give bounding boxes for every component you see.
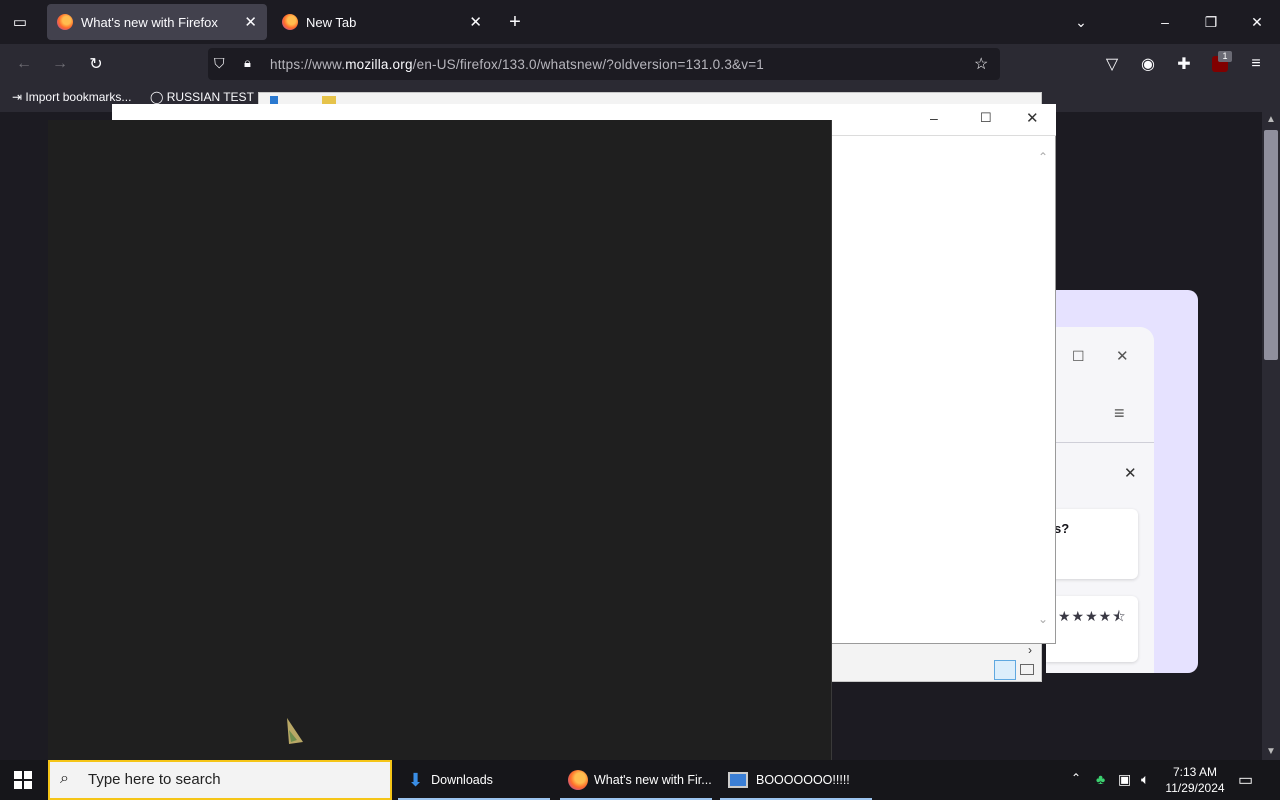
windows-start-icon[interactable]	[14, 771, 32, 789]
show-hidden-icons-icon[interactable]: ⌃	[1071, 771, 1081, 785]
taskbar-app-firefox[interactable]: What's new with Fir...	[560, 760, 712, 800]
scroll-up-icon[interactable]: ⌃	[1038, 150, 1048, 164]
minimize-button[interactable]: –	[1142, 0, 1188, 44]
large-icons-view-icon[interactable]	[1020, 664, 1034, 675]
app-menu-icon[interactable]: ≡	[1240, 48, 1272, 80]
tray-app-icon[interactable]: ♣	[1096, 771, 1105, 787]
volume-icon[interactable]: 🔈︎	[1141, 771, 1149, 788]
app-window-icon	[728, 772, 748, 788]
bookmark-import[interactable]: ⇥ Import bookmarks...	[12, 90, 131, 104]
rating-stars: ★★★★⯪	[1058, 608, 1127, 624]
search-icon: ⌕	[60, 770, 69, 787]
close-tab-icon[interactable]: ✕	[469, 13, 482, 31]
explorer-quick-access-icon	[270, 96, 278, 104]
extension-badge: 1	[1218, 51, 1232, 62]
mockup-menu-icon: ≡	[1114, 403, 1125, 423]
reload-button[interactable]: ↻	[80, 48, 112, 80]
tab-label: What's new with Firefox	[81, 14, 218, 30]
taskbar-app-downloads[interactable]: ⬇ Downloads	[398, 760, 550, 800]
black-app-window[interactable]	[48, 120, 832, 760]
chevron-right-icon[interactable]: ›	[1028, 643, 1032, 657]
tab-whats-new[interactable]: What's new with Firefox ✕	[47, 4, 267, 40]
taskbar-app-boo[interactable]: BOOOOOOO!!!!!	[720, 760, 872, 800]
mockup-close-icon: ✕	[1116, 348, 1129, 365]
tracking-protection-icon[interactable]: ⛉	[214, 55, 225, 72]
pocket-icon[interactable]: ▽	[1096, 48, 1128, 80]
scroll-up-icon[interactable]: ▲	[1266, 114, 1276, 125]
tab-new-tab[interactable]: New Tab ✕	[272, 4, 492, 40]
mockup-close-icon: ✕	[1124, 465, 1137, 482]
minimize-button[interactable]: –	[930, 110, 938, 126]
mockup-maximize-icon: ☐	[1072, 348, 1085, 364]
scrollbar-thumb[interactable]	[1264, 130, 1278, 360]
question-fragment: s?	[1054, 521, 1070, 536]
animated-character-icon	[287, 718, 303, 744]
firefox-icon	[568, 770, 588, 790]
url-text[interactable]: https://www.mozilla.org/en-US/firefox/13…	[270, 57, 764, 72]
restore-button[interactable]: ❐	[1188, 0, 1234, 44]
firefox-icon	[57, 14, 73, 30]
back-button[interactable]: ←	[8, 48, 40, 80]
forward-button[interactable]: →	[44, 48, 76, 80]
bookmark-star-icon[interactable]: ☆	[974, 54, 988, 74]
account-icon[interactable]: ◉	[1132, 48, 1164, 80]
scroll-down-icon[interactable]: ▼	[1266, 746, 1276, 757]
list-all-tabs-icon[interactable]: ⌄	[1058, 0, 1104, 44]
firefox-icon	[282, 14, 298, 30]
close-window-button[interactable]: ✕	[1026, 109, 1039, 127]
folder-icon	[322, 96, 336, 104]
new-tab-button[interactable]: +	[504, 10, 526, 34]
download-arrow-icon: ⬇	[408, 769, 424, 790]
firefox-view-icon[interactable]: ▭	[6, 10, 34, 34]
divider	[1046, 442, 1154, 443]
maximize-button[interactable]: ☐	[980, 110, 992, 126]
lock-icon[interactable]: 🔒︎	[244, 55, 251, 71]
details-view-icon[interactable]	[994, 660, 1016, 680]
scroll-down-icon[interactable]: ⌄	[1038, 612, 1048, 626]
close-tab-icon[interactable]: ✕	[244, 13, 257, 31]
tab-label: New Tab	[306, 14, 357, 30]
close-window-button[interactable]: ✕	[1234, 0, 1280, 44]
search-placeholder[interactable]: Type here to search	[88, 771, 221, 788]
network-icon[interactable]: ▣	[1118, 771, 1131, 788]
question-card	[1046, 509, 1138, 579]
bookmark-russian-test[interactable]: ◯ RUSSIAN TEST	[150, 90, 254, 104]
notifications-icon[interactable]: ▭	[1238, 770, 1253, 790]
extensions-icon[interactable]: ✚	[1168, 48, 1200, 80]
taskbar-clock[interactable]: 7:13 AM 11/29/2024	[1160, 764, 1230, 796]
